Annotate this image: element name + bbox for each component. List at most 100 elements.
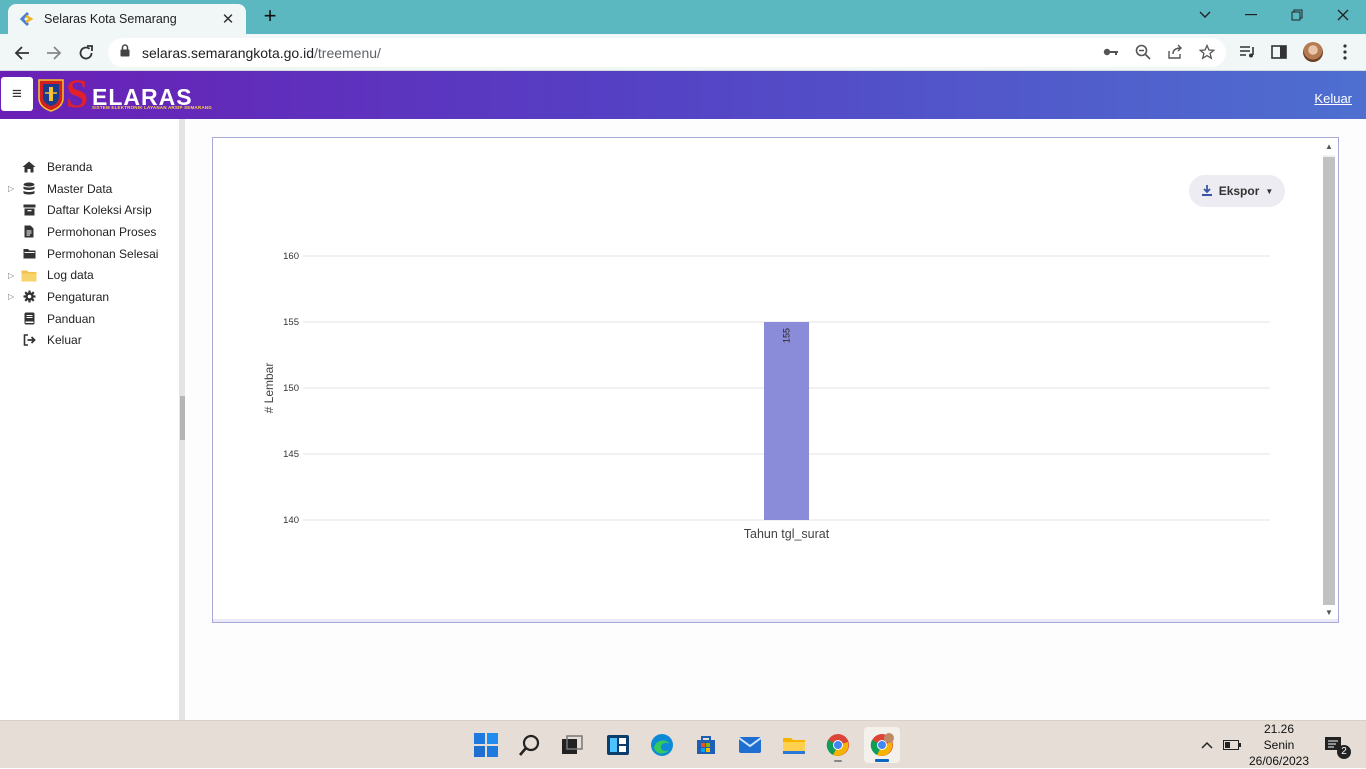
chart-panel: 140 145 150 155 160 # Lembar 155 Tahun tgl_sura…: [212, 137, 1339, 623]
system-clock[interactable]: 21.26 Senin 26/06/2023: [1240, 721, 1318, 769]
side-panel-icon[interactable]: [1268, 41, 1290, 63]
file-explorer-button[interactable]: [776, 727, 812, 763]
tab-search-chevron-icon[interactable]: [1182, 0, 1228, 30]
main-content: 140 145 150 155 160 # Lembar 155 Tahun tgl_sura…: [185, 119, 1366, 720]
show-hidden-icons-chevron-icon[interactable]: [1196, 721, 1218, 769]
bookmark-star-icon[interactable]: [1198, 43, 1216, 61]
browser-tab-bar: Selaras Kota Semarang ✕ +: [0, 0, 1366, 34]
sidebar-item-log-data[interactable]: ▷ Log data: [6, 264, 158, 286]
tab-title: Selaras Kota Semarang: [44, 12, 177, 26]
bar-data-label: 155: [782, 328, 792, 343]
sidebar-item-beranda[interactable]: Beranda: [6, 156, 158, 178]
clock-day: Senin: [1263, 738, 1295, 752]
close-window-button[interactable]: [1320, 0, 1366, 30]
browser-toolbar: selaras.semarangkota.go.id/treemenu/: [0, 34, 1366, 71]
zoom-icon[interactable]: [1134, 43, 1152, 61]
browser-tab[interactable]: Selaras Kota Semarang ✕: [8, 4, 246, 34]
x-category-label: Tahun tgl_surat: [744, 527, 830, 541]
sidebar-item-label: Permohonan Proses: [47, 224, 157, 239]
store-icon: [697, 736, 715, 754]
back-button[interactable]: [9, 40, 35, 66]
chrome-window-1-button[interactable]: [820, 727, 856, 763]
browser-menu-icon[interactable]: [1334, 41, 1356, 63]
sidebar-item-keluar[interactable]: Keluar: [6, 330, 158, 352]
start-button[interactable]: [468, 727, 504, 763]
y-tick-label: 145: [283, 449, 299, 460]
profile-avatar[interactable]: [1302, 41, 1324, 63]
media-queue-icon[interactable]: [1236, 41, 1258, 63]
sidebar-item-master-data[interactable]: ▷ Master Data: [6, 178, 158, 200]
address-bar[interactable]: selaras.semarangkota.go.id/treemenu/: [108, 38, 1226, 67]
sidebar-item-permohonan-selesai[interactable]: Permohonan Selesai: [6, 243, 158, 265]
clock-date: 26/06/2023: [1248, 754, 1310, 768]
restore-button[interactable]: [1274, 0, 1320, 30]
sidebar-item-permohonan-proses[interactable]: Permohonan Proses: [6, 221, 158, 243]
task-view-icon: [562, 735, 583, 754]
forward-button[interactable]: [41, 40, 67, 66]
sidebar-item-label: Permohonan Selesai: [47, 246, 159, 261]
sidebar: Beranda ▷ Master Data Daftar Koleksi Arsip P…: [0, 119, 180, 720]
brand-wordmark: S ELARAS SISTEM ELEKTRONIK LAYANAN ARSIP…: [66, 71, 216, 116]
document-icon: [20, 225, 38, 239]
search-icon: [519, 734, 540, 756]
key-icon[interactable]: [1102, 43, 1120, 61]
notification-center-button[interactable]: 2: [1322, 721, 1351, 769]
search-button[interactable]: [512, 727, 548, 763]
sidebar-item-label: Log data: [47, 268, 94, 283]
minimize-button[interactable]: [1228, 0, 1274, 30]
semarang-crest-icon: [38, 79, 64, 112]
sidebar-item-daftar-koleksi-arsip[interactable]: Daftar Koleksi Arsip: [6, 199, 158, 221]
chrome-profile-icon: [870, 733, 894, 756]
sidebar-item-label: Master Data: [47, 181, 113, 196]
folder-yellow-icon: [20, 268, 38, 282]
y-tick-label: 150: [283, 383, 299, 394]
store-button[interactable]: [688, 727, 724, 763]
expand-caret-icon[interactable]: ▷: [6, 184, 20, 193]
lock-icon[interactable]: [120, 43, 130, 62]
gear-icon: [20, 290, 38, 304]
sidebar-item-label: Daftar Koleksi Arsip: [47, 203, 152, 218]
sidebar-item-pengaturan[interactable]: ▷ Pengaturan: [6, 286, 158, 308]
site-favicon-icon: [18, 11, 34, 27]
folder-closed-icon: [20, 247, 38, 261]
mail-button[interactable]: [732, 727, 768, 763]
bar: [764, 322, 809, 520]
task-view-button[interactable]: [554, 727, 590, 763]
header-logout-link[interactable]: Keluar: [1314, 91, 1352, 106]
sidebar-menu: Beranda ▷ Master Data Daftar Koleksi Arsip P…: [6, 156, 158, 351]
y-tick-label: 140: [283, 515, 299, 526]
app-logo[interactable]: S ELARAS SISTEM ELEKTRONIK LAYANAN ARSIP…: [38, 71, 216, 116]
mail-icon: [738, 737, 762, 753]
edge-icon: [651, 734, 673, 756]
edge-browser-button[interactable]: [644, 727, 680, 763]
chrome-window-2-button[interactable]: [864, 727, 900, 763]
windows-taskbar: 21.26 Senin 26/06/2023 2: [0, 720, 1366, 768]
sidebar-item-label: Beranda: [47, 159, 93, 174]
brand-initial: S: [66, 71, 89, 116]
windows-logo-icon: [474, 733, 498, 757]
scroll-up-arrow-icon[interactable]: ▲: [1323, 141, 1335, 153]
home-icon: [20, 160, 38, 174]
expand-caret-icon[interactable]: ▷: [6, 292, 20, 301]
reload-button[interactable]: [73, 40, 99, 66]
chart-scroll-thumb[interactable]: [1323, 157, 1335, 605]
export-button[interactable]: Ekspor ▼: [1189, 175, 1285, 207]
chart-scrollbar[interactable]: ▲ ▼: [1323, 141, 1335, 619]
new-tab-button[interactable]: +: [258, 5, 282, 29]
clock-time: 21.26: [1263, 722, 1295, 736]
caret-down-icon: ▼: [1265, 186, 1274, 196]
y-axis-label: # Lembar: [262, 363, 276, 414]
widgets-button[interactable]: [600, 727, 636, 763]
notification-badge: 2: [1337, 745, 1351, 759]
sidebar-item-panduan[interactable]: Panduan: [6, 308, 158, 330]
sidebar-item-label: Keluar: [47, 333, 82, 348]
export-label: Ekspor: [1218, 184, 1260, 198]
tab-close-icon[interactable]: ✕: [220, 10, 236, 28]
expand-caret-icon[interactable]: ▷: [6, 271, 20, 280]
brand-subtitle: SISTEM ELEKTRONIK LAYANAN ARSIP SEMARANG: [92, 105, 212, 110]
share-icon[interactable]: [1166, 43, 1184, 61]
archive-box-icon: [20, 203, 38, 217]
hamburger-menu-button[interactable]: ≡: [1, 77, 33, 111]
scroll-down-arrow-icon[interactable]: ▼: [1323, 607, 1335, 619]
database-icon: [20, 182, 38, 196]
